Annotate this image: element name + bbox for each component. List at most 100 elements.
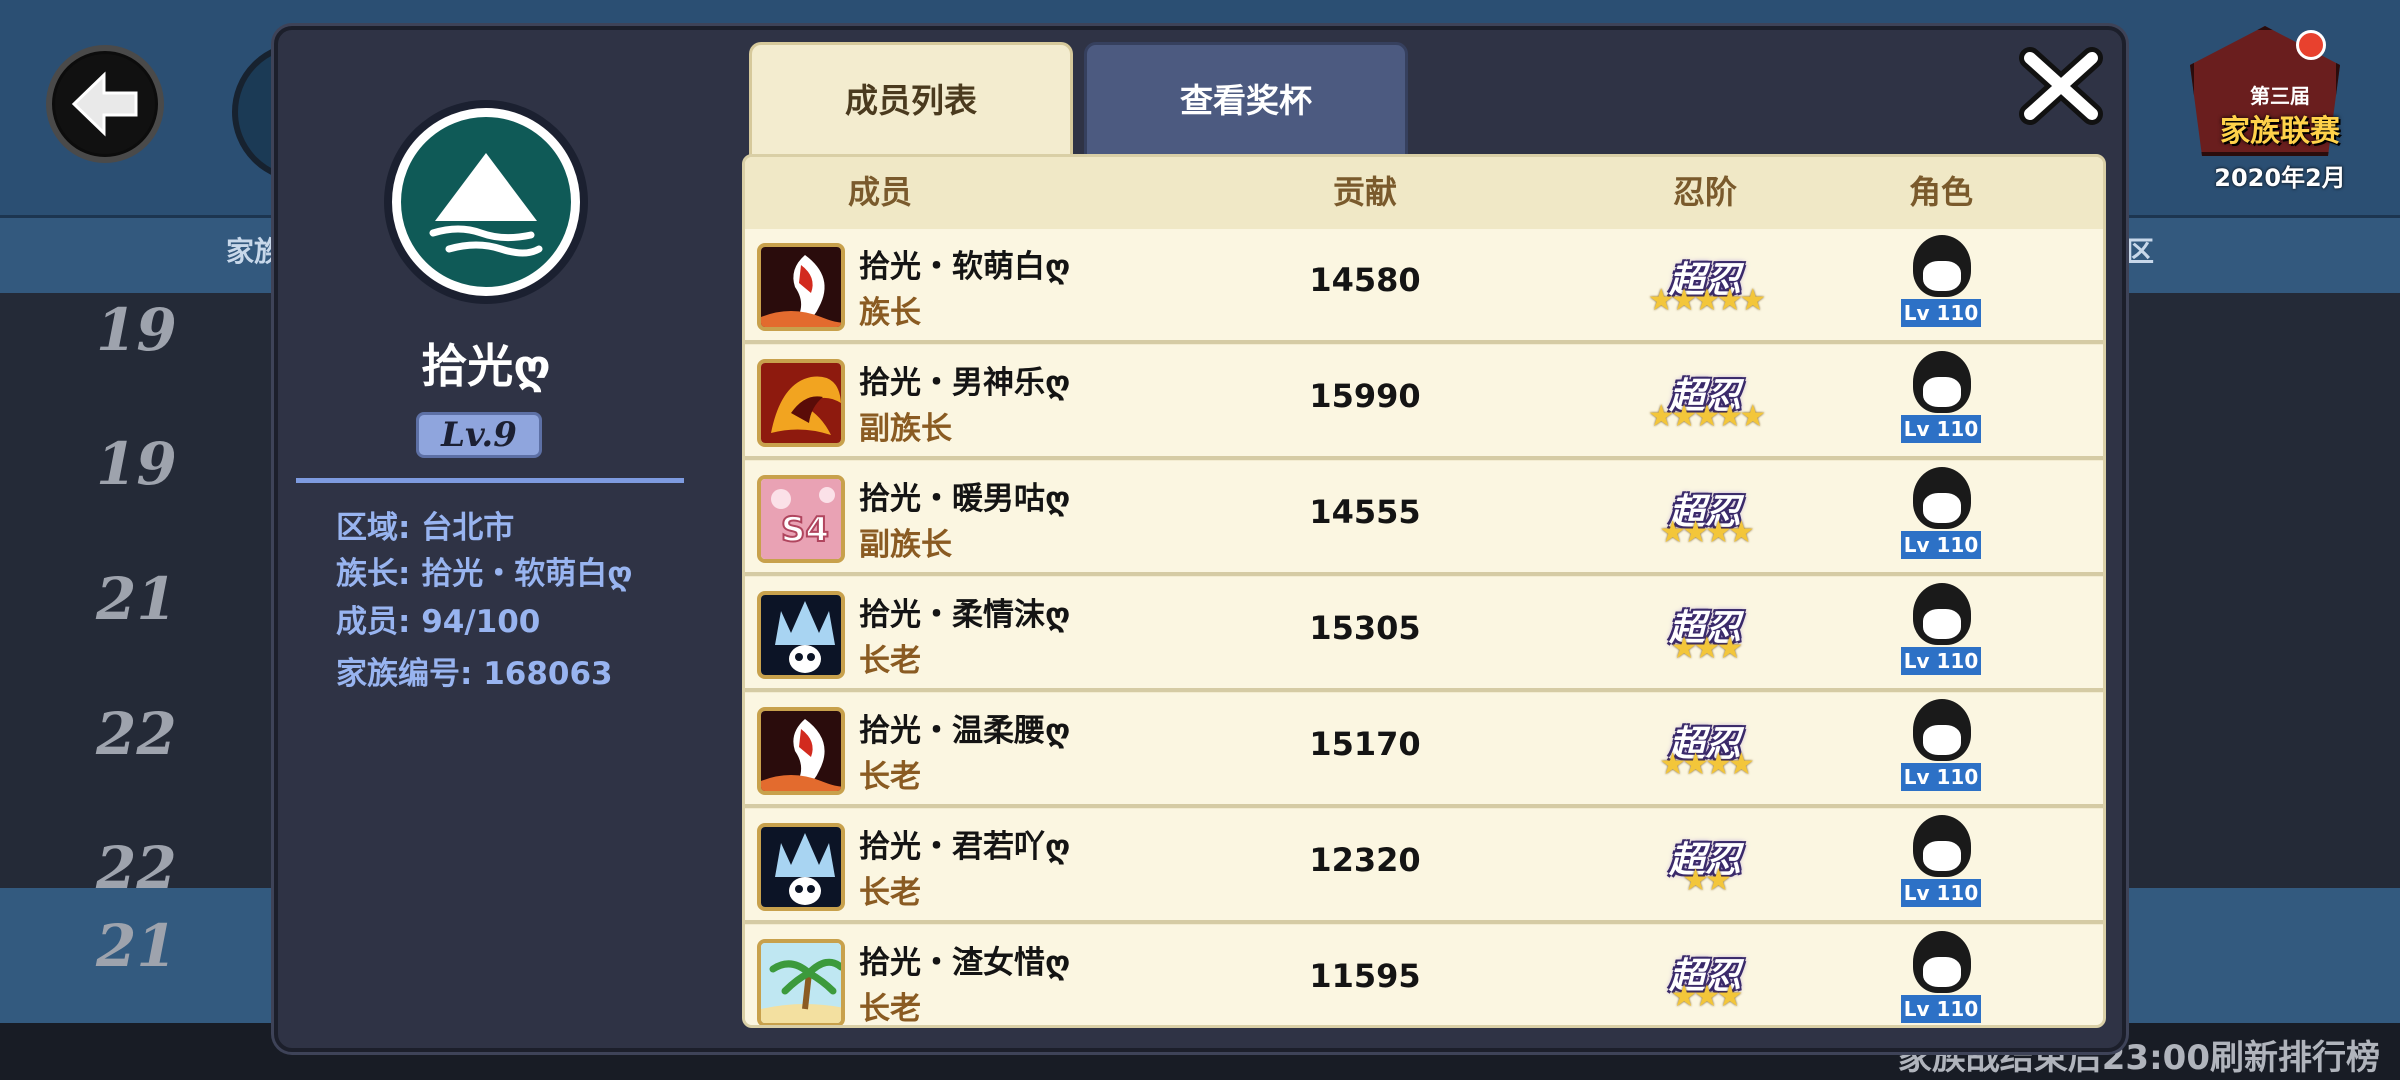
member-row[interactable]: 拾光・男神乐ღ 副族长 15990 超忍 ★★★★★ Lv 110 [745, 345, 2103, 460]
member-row[interactable]: S4 拾光・暖男咕ღ 副族长 14555 超忍 ★★★★ Lv 110 [745, 461, 2103, 576]
ninja-rank-badge: 超忍 ★★★★★ [1615, 355, 1795, 455]
clan-level-badge: Lv.9 [416, 412, 542, 458]
ninja-rank-badge: 超忍 ★★★ [1615, 935, 1795, 1025]
event-emblem[interactable]: 第三届 家族联赛 2020年2月 [2150, 18, 2390, 198]
member-contribution: 14555 [1309, 493, 1421, 531]
rank-stars-icon: ★★★★★ [1647, 283, 1766, 318]
s4-sakura-icon: S4 [757, 475, 845, 563]
background-tab-region: 区 [2126, 235, 2155, 268]
arrow-left-icon [71, 71, 138, 137]
clan-member-count: 成员: 94/100 [336, 604, 541, 640]
role-level-badge: Lv 110 [1901, 415, 1981, 443]
member-name: 拾光・君若吖ღ [859, 829, 1071, 865]
member-contribution: 12320 [1309, 841, 1421, 879]
clan-region: 区域: 台北市 [336, 510, 515, 546]
member-title: 长老 [859, 759, 921, 795]
member-role-avatar[interactable]: Lv 110 [1901, 351, 1981, 451]
member-contribution: 15170 [1309, 725, 1421, 763]
rank-stars-icon: ★★★ [1670, 631, 1744, 666]
member-name: 拾光・柔情沫ღ [859, 597, 1071, 633]
member-title: 长老 [859, 875, 921, 911]
ninja-face [1923, 493, 1961, 523]
ninja-face [1923, 725, 1961, 755]
role-level-badge: Lv 110 [1901, 299, 1981, 327]
member-row[interactable]: 拾光・君若吖ღ 长老 12320 超忍 ★★ Lv 110 [745, 809, 2103, 924]
close-icon [2019, 47, 2103, 125]
fire-dragon-icon [757, 359, 845, 447]
ninja-face [1923, 377, 1961, 407]
clan-id: 家族编号: 168063 [336, 656, 613, 692]
member-row[interactable]: 拾光・柔情沫ღ 长老 15305 超忍 ★★★ Lv 110 [745, 577, 2103, 692]
tab-member-list[interactable]: 成员列表 [749, 42, 1073, 160]
mountain-icon [429, 153, 543, 257]
ninja-rank-badge: 超忍 ★★★★ [1615, 471, 1795, 571]
ninja-rank-badge: 超忍 ★★★★ [1615, 703, 1795, 803]
member-table: 成员 贡献 忍阶 角色 拾光・软萌白ღ 族长 14580 超忍 ★★★★★ Lv 110 拾… [742, 154, 2106, 1028]
member-row[interactable]: 拾光・温柔腰ღ 长老 15170 超忍 ★★★★ Lv 110 [745, 693, 2103, 808]
member-name: 拾光・渣女惜ღ [859, 945, 1071, 981]
tab-view-trophies[interactable]: 查看奖杯 [1084, 42, 1408, 160]
member-title: 副族长 [859, 527, 952, 563]
info-divider [296, 478, 684, 483]
event-emblem-date: 2020年2月 [2214, 164, 2346, 192]
member-title: 副族长 [859, 411, 952, 447]
member-role-avatar[interactable]: Lv 110 [1901, 931, 1981, 1025]
member-role-avatar[interactable]: Lv 110 [1901, 583, 1981, 683]
ninja-rank-badge: 超忍 ★★★ [1615, 587, 1795, 687]
member-role-avatar[interactable]: Lv 110 [1901, 235, 1981, 335]
ninja-face [1923, 609, 1961, 639]
role-level-badge: Lv 110 [1901, 879, 1981, 907]
rank-stars-icon: ★★★★ [1659, 747, 1755, 782]
background-rank-number: 19 [96, 430, 177, 498]
member-name: 拾光・男神乐ღ [859, 365, 1071, 401]
svg-text:S4: S4 [781, 510, 829, 550]
member-contribution: 15305 [1309, 609, 1421, 647]
rank-stars-icon: ★★ [1682, 863, 1732, 898]
member-row[interactable]: 拾光・渣女惜ღ 长老 11595 超忍 ★★★ Lv 110 [745, 925, 2103, 1027]
member-role-avatar[interactable]: Lv 110 [1901, 815, 1981, 915]
header-member: 成员 [847, 173, 912, 211]
role-level-badge: Lv 110 [1901, 531, 1981, 559]
ninja-face [1923, 841, 1961, 871]
ninja-rank-badge: 超忍 ★★ [1615, 819, 1795, 919]
member-contribution: 11595 [1309, 957, 1421, 995]
koi-fish-icon [757, 243, 845, 331]
role-level-badge: Lv 110 [1901, 995, 1981, 1023]
member-row[interactable]: 拾光・软萌白ღ 族长 14580 超忍 ★★★★★ Lv 110 [745, 229, 2103, 344]
header-contribution: 贡献 [1332, 173, 1397, 211]
rank-stars-icon: ★★★ [1670, 979, 1744, 1014]
member-title: 族长 [859, 295, 921, 331]
background-rank-number: 22 [96, 834, 177, 902]
notification-dot [2296, 30, 2326, 60]
member-title: 长老 [859, 991, 921, 1027]
close-button[interactable] [2016, 44, 2106, 128]
header-rank: 忍阶 [1672, 173, 1737, 211]
member-role-avatar[interactable]: Lv 110 [1901, 699, 1981, 799]
member-name: 拾光・软萌白ღ [859, 249, 1071, 285]
member-name: 拾光・暖男咕ღ [859, 481, 1071, 517]
ninja-face [1923, 957, 1961, 987]
header-role: 角色 [1908, 173, 1973, 211]
background-rank-number: 21 [96, 912, 177, 980]
clan-emblem [392, 108, 580, 296]
role-level-badge: Lv 110 [1901, 647, 1981, 675]
crystal-skull-icon [757, 591, 845, 679]
member-name: 拾光・温柔腰ღ [859, 713, 1071, 749]
background-rank-number: 21 [96, 565, 177, 633]
ninja-face [1923, 261, 1961, 291]
back-button[interactable] [46, 45, 164, 163]
rank-stars-icon: ★★★★ [1659, 515, 1755, 550]
palm-beach-icon [757, 939, 845, 1025]
koi-fish-icon [757, 707, 845, 795]
event-emblem-edition: 第三届 [2250, 84, 2310, 108]
background-rank-number: 22 [96, 700, 177, 768]
member-role-avatar[interactable]: Lv 110 [1901, 467, 1981, 567]
member-contribution: 15990 [1309, 377, 1421, 415]
ninja-rank-badge: 超忍 ★★★★★ [1615, 239, 1795, 339]
rank-stars-icon: ★★★★★ [1647, 399, 1766, 434]
background-rank-number: 19 [96, 296, 177, 364]
table-header: 成员 贡献 忍阶 角色 [745, 157, 2103, 229]
clan-leader: 族长: 拾光・软萌白ღ [336, 556, 633, 592]
crystal-skull-icon [757, 823, 845, 911]
member-contribution: 14580 [1309, 261, 1421, 299]
